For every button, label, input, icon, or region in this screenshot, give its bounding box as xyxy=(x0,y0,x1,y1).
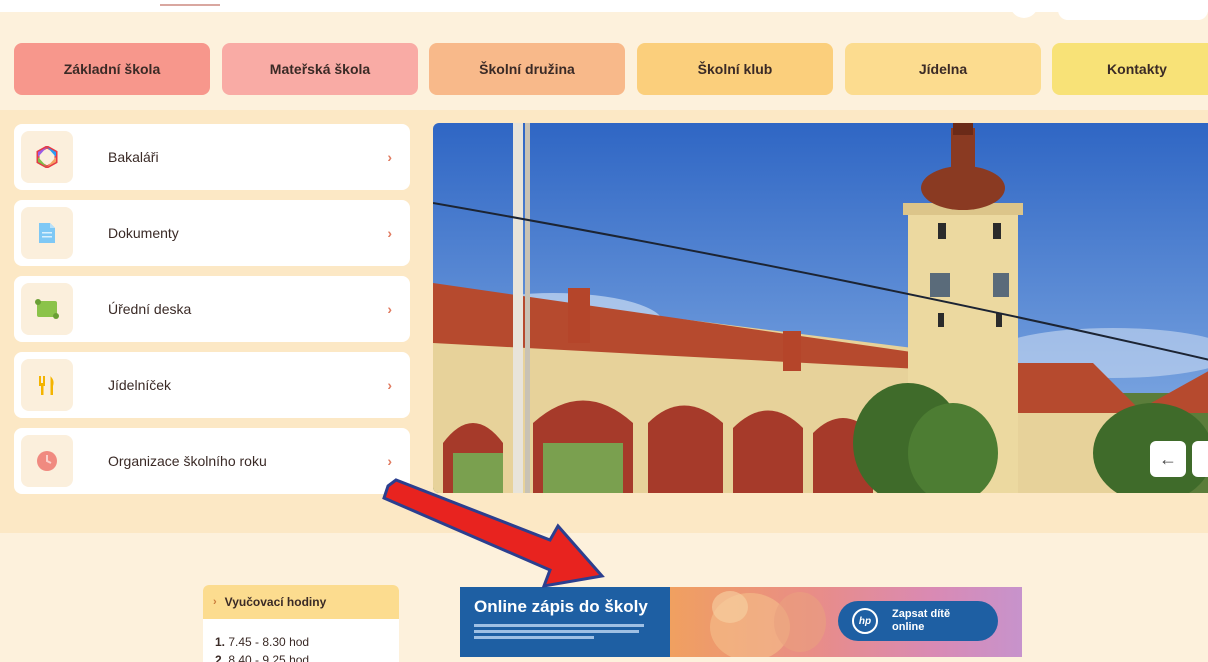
banner-title: Online zápis do školy xyxy=(474,597,648,616)
chevron-right-icon: › xyxy=(387,225,392,241)
hp-logo-icon: hp xyxy=(852,608,878,634)
language-button[interactable] xyxy=(1010,0,1038,18)
banner-photo: hp Zapsat dítě online xyxy=(670,587,1022,657)
list-item: 2. 8.40 - 9.25 hod xyxy=(215,653,310,662)
quicklink-label: Dokumenty xyxy=(108,225,179,241)
cutlery-icon xyxy=(21,359,73,411)
chevron-right-icon: › xyxy=(387,149,392,165)
logo[interactable] xyxy=(160,0,220,6)
bakalari-logo-icon xyxy=(21,131,73,183)
lesson-hours-list: 1. 7.45 - 8.30 hod 2. 8.40 - 9.25 hod xyxy=(203,619,399,662)
enroll-child-button[interactable]: hp Zapsat dítě online xyxy=(838,601,998,641)
nav-zakladni-skola[interactable]: Základní škola xyxy=(14,43,210,95)
quicklink-uredni-deska[interactable]: Úřední deska › xyxy=(14,276,410,342)
banner-small-print xyxy=(474,624,654,639)
quicklink-label: Úřední deska xyxy=(108,301,192,317)
nav-materska-skola[interactable]: Mateřská škola xyxy=(222,43,418,95)
document-icon xyxy=(21,207,73,259)
nav-kontakty[interactable]: Kontakty xyxy=(1052,43,1208,95)
slider-prev-button[interactable]: ← xyxy=(1150,441,1186,477)
quicklink-jidelnicek[interactable]: Jídelníček › xyxy=(14,352,410,418)
enroll-child-label: Zapsat dítě online xyxy=(892,608,951,633)
lesson-hours-title: Vyučovací hodiny xyxy=(224,595,327,609)
search-input[interactable] xyxy=(1058,0,1208,20)
nav-skolni-druzina[interactable]: Školní družina xyxy=(429,43,625,95)
lesson-hours-card: › Vyučovací hodiny 1. 7.45 - 8.30 hod 2.… xyxy=(203,585,399,662)
quicklink-label: Jídelníček xyxy=(108,377,172,393)
slider-next-button[interactable] xyxy=(1192,441,1208,477)
chevron-right-icon: › xyxy=(387,453,392,469)
nav-skolni-klub[interactable]: Školní klub xyxy=(637,43,833,95)
quicklink-label: Bakaláři xyxy=(108,149,159,165)
annotation-arrow-icon xyxy=(382,478,605,588)
chevron-right-icon: › xyxy=(387,377,392,393)
nav-jidelna[interactable]: Jídelna xyxy=(845,43,1041,95)
quicklink-organizace-skolniho-roku[interactable]: Organizace školního roku › xyxy=(14,428,410,494)
chevron-right-icon: › xyxy=(213,596,217,608)
chevron-right-icon: › xyxy=(387,301,392,317)
hero-photo xyxy=(433,123,1208,493)
quicklink-dokumenty[interactable]: Dokumenty › xyxy=(14,200,410,266)
lesson-hours-header[interactable]: › Vyučovací hodiny xyxy=(203,585,399,619)
quicklink-bakalari[interactable]: Bakaláři › xyxy=(14,124,410,190)
quicklink-label: Organizace školního roku xyxy=(108,453,267,469)
list-item: 1. 7.45 - 8.30 hod xyxy=(215,635,310,649)
clock-icon xyxy=(21,435,73,487)
scroll-icon xyxy=(21,283,73,335)
